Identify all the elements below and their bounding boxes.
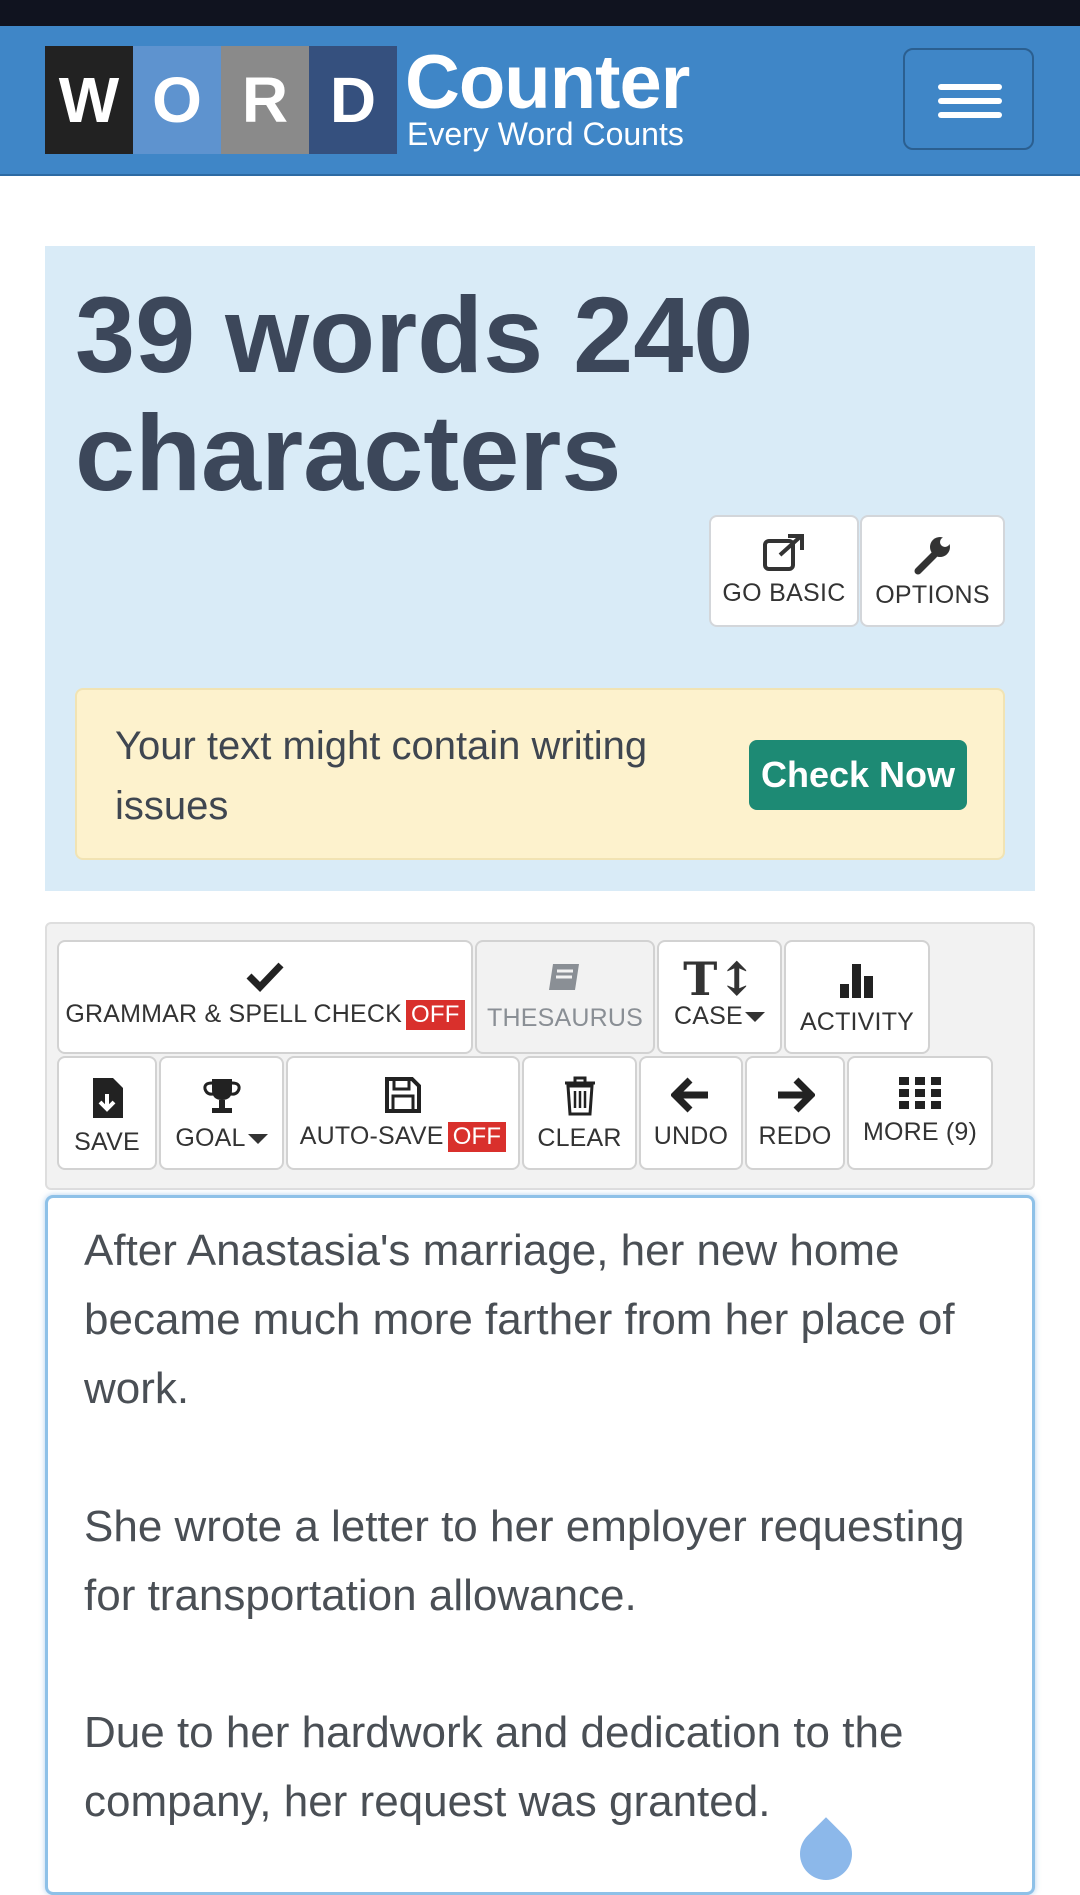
redo-button[interactable]: REDO: [745, 1056, 845, 1170]
go-basic-label: GO BASIC: [722, 579, 846, 607]
case-dropdown-button[interactable]: T↕ CASE: [657, 940, 782, 1054]
clear-label: CLEAR: [537, 1124, 622, 1152]
thesaurus-button[interactable]: THESAURUS: [475, 940, 655, 1054]
editor-paragraph: She wrote a letter to her employer reque…: [84, 1502, 965, 1620]
activity-label: ACTIVITY: [799, 1008, 915, 1036]
undo-button[interactable]: UNDO: [639, 1056, 743, 1170]
editor-toolbar: GRAMMAR & SPELL CHECK OFF THESAURUS T↕ CA…: [45, 922, 1035, 1190]
floppy-disk-icon: [385, 1077, 421, 1113]
checkmark-icon: [246, 962, 284, 992]
site-header: W O R D Counter Every Word Counts: [0, 26, 1080, 176]
auto-save-off-badge: OFF: [447, 1122, 507, 1152]
more-button[interactable]: MORE (9): [847, 1056, 993, 1170]
goal-dropdown-button[interactable]: GOAL: [159, 1056, 284, 1170]
trophy-icon: [202, 1079, 241, 1113]
status-bar: [0, 0, 1080, 26]
grammar-label: GRAMMAR & SPELL CHECK: [65, 1000, 403, 1028]
check-now-button[interactable]: Check Now: [749, 740, 967, 810]
clear-button[interactable]: CLEAR: [522, 1056, 637, 1170]
go-basic-button[interactable]: GO BASIC: [709, 515, 859, 627]
goal-label: GOAL: [175, 1124, 246, 1152]
more-label: MORE (9): [862, 1118, 978, 1146]
undo-label: UNDO: [653, 1122, 729, 1150]
file-download-icon: [93, 1078, 123, 1118]
text-height-icon: T↕: [683, 952, 756, 1006]
options-label: OPTIONS: [875, 581, 990, 609]
external-link-icon: [763, 534, 804, 571]
editor-paragraph: Due to her hardwork and dedication to th…: [84, 1708, 904, 1826]
case-label: CASE: [674, 1002, 743, 1030]
hamburger-menu-button[interactable]: [903, 48, 1034, 150]
logo-name: Counter: [405, 40, 690, 125]
save-label: SAVE: [74, 1128, 140, 1156]
logo-tile-r: R: [221, 46, 309, 154]
grid-icon: [899, 1077, 941, 1109]
wrench-icon: [914, 537, 950, 575]
redo-label: REDO: [758, 1122, 832, 1150]
logo[interactable]: W O R D Counter Every Word Counts: [45, 40, 690, 154]
save-button[interactable]: SAVE: [57, 1056, 157, 1170]
word-count-headline: 39 words 240 characters: [75, 274, 754, 513]
trash-icon: [564, 1076, 595, 1116]
bar-chart-icon: [840, 964, 873, 998]
hamburger-menu-icon: [938, 84, 1002, 90]
arrow-right-icon: [778, 1077, 815, 1113]
auto-save-button[interactable]: AUTO-SAVE OFF: [286, 1056, 520, 1170]
grammar-spell-check-button[interactable]: GRAMMAR & SPELL CHECK OFF: [57, 940, 473, 1054]
auto-save-label: AUTO-SAVE: [299, 1122, 444, 1150]
editor-paragraph: After Anastasia's marriage, her new home…: [84, 1226, 955, 1413]
stats-panel: 39 words 240 characters GO BASIC OPTIONS…: [45, 246, 1035, 891]
grammar-off-badge: OFF: [406, 1000, 465, 1030]
book-icon: [549, 964, 579, 990]
activity-button[interactable]: ACTIVITY: [784, 940, 930, 1054]
logo-tile-w: W: [45, 46, 133, 154]
logo-tagline: Every Word Counts: [407, 116, 684, 152]
caret-down-icon: [744, 1012, 765, 1023]
thesaurus-label: THESAURUS: [487, 1004, 643, 1032]
writing-issues-notice: Your text might contain writing issues C…: [75, 688, 1005, 860]
options-button[interactable]: OPTIONS: [860, 515, 1005, 627]
arrow-left-icon: [671, 1077, 708, 1113]
caret-down-icon: [247, 1134, 268, 1145]
notice-text: Your text might contain writing issues: [115, 724, 648, 828]
logo-tile-o: O: [133, 46, 221, 154]
logo-tile-d: D: [309, 46, 397, 154]
text-editor[interactable]: After Anastasia's marriage, her new home…: [45, 1195, 1035, 1895]
